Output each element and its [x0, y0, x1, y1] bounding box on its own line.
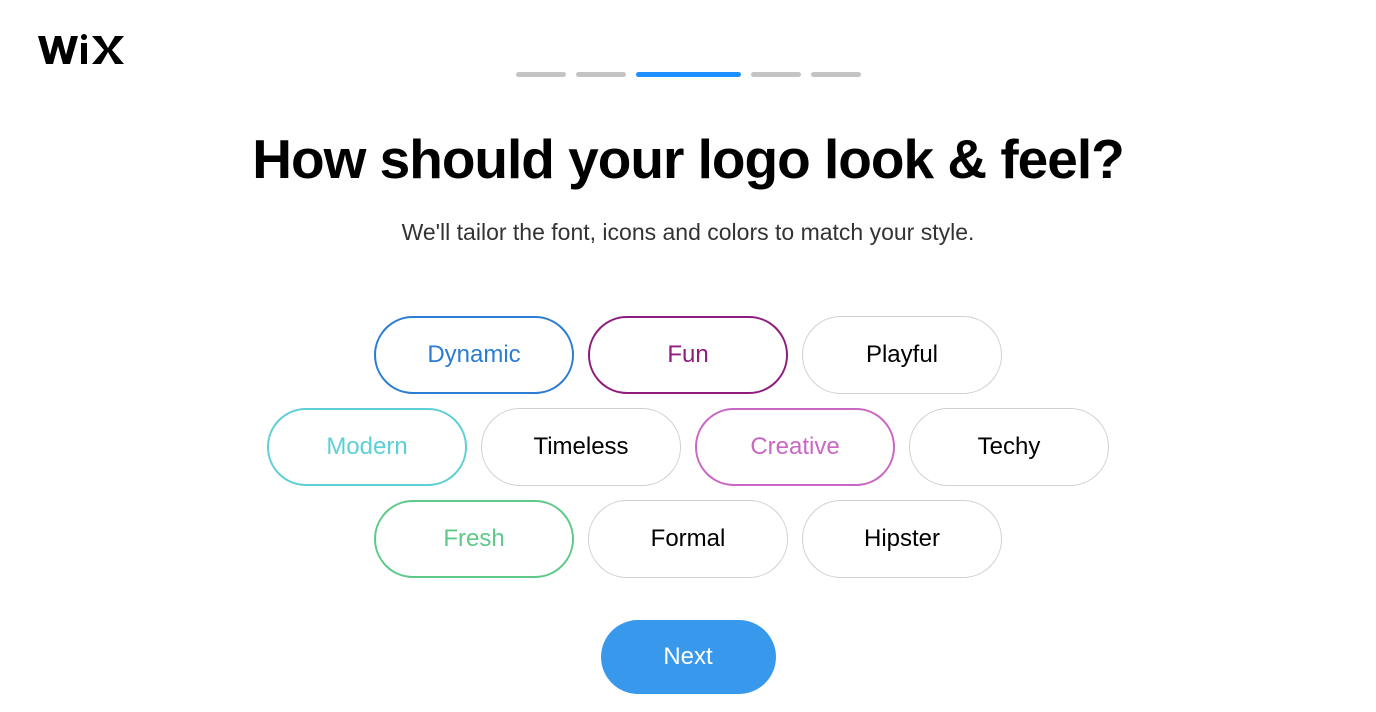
- option-hipster[interactable]: Hipster: [802, 500, 1002, 578]
- options-row-3: Fresh Formal Hipster: [374, 500, 1002, 578]
- option-formal[interactable]: Formal: [588, 500, 788, 578]
- option-creative[interactable]: Creative: [695, 408, 895, 486]
- progress-step-5: [811, 72, 861, 77]
- progress-step-2: [576, 72, 626, 77]
- next-button[interactable]: Next: [601, 620, 776, 694]
- options-container: Dynamic Fun Playful Modern Timeless Crea…: [0, 316, 1376, 578]
- progress-step-4: [751, 72, 801, 77]
- options-row-2: Modern Timeless Creative Techy: [267, 408, 1109, 486]
- option-modern[interactable]: Modern: [267, 408, 467, 486]
- brand-logo[interactable]: [36, 32, 126, 78]
- option-fun[interactable]: Fun: [588, 316, 788, 394]
- progress-bar: [0, 0, 1376, 77]
- option-dynamic[interactable]: Dynamic: [374, 316, 574, 394]
- progress-step-3-active: [636, 72, 741, 77]
- option-playful[interactable]: Playful: [802, 316, 1002, 394]
- option-timeless[interactable]: Timeless: [481, 408, 681, 486]
- progress-step-1: [516, 72, 566, 77]
- page-title: How should your logo look & feel?: [0, 127, 1376, 191]
- options-row-1: Dynamic Fun Playful: [374, 316, 1002, 394]
- page-subtitle: We'll tailor the font, icons and colors …: [0, 219, 1376, 246]
- main-content: How should your logo look & feel? We'll …: [0, 127, 1376, 694]
- option-techy[interactable]: Techy: [909, 408, 1109, 486]
- option-fresh[interactable]: Fresh: [374, 500, 574, 578]
